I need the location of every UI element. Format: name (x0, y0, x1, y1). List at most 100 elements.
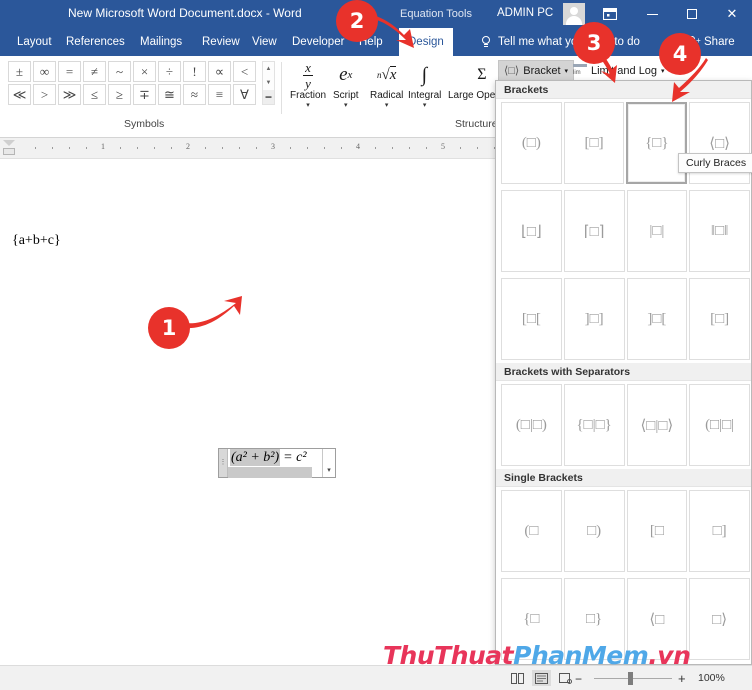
gallery-item-floor[interactable]: ⌊□⌋ (501, 190, 562, 272)
gallery-item-close-close[interactable]: ]□] (563, 278, 625, 360)
ribbon-display-options-icon[interactable] (600, 5, 620, 23)
symbol-cell[interactable]: ≠ (83, 61, 106, 82)
gallery-item-single-close-paren[interactable]: □) (563, 490, 625, 572)
indent-marker-top[interactable] (3, 140, 15, 146)
gallery-item-single-close-angle[interactable]: □⟩ (689, 578, 750, 660)
bracket-button[interactable]: ⟨□⟩ Bracket ▾ (498, 60, 575, 81)
scroll-up-icon[interactable]: ▲ (263, 62, 274, 76)
gallery-item-single-open-paren[interactable]: (□ (501, 490, 562, 572)
equation-move-handle[interactable]: ⋮ (219, 449, 228, 477)
integral-label: Integral (408, 90, 442, 101)
symbol-cell[interactable]: < (233, 61, 256, 82)
gallery-item-paren-double-sep[interactable]: (□|□| (689, 384, 750, 466)
watermark-part3: .vn (648, 641, 691, 670)
integral-icon: ∫ (421, 63, 428, 86)
equation-selected-text[interactable]: (a² + b²) (230, 449, 281, 466)
symbol-cell[interactable]: ≪ (8, 84, 31, 105)
gallery-item-vertical-bars[interactable]: |□| (626, 190, 688, 272)
handle-dots-icon: ⋮ (219, 459, 227, 466)
tab-layout[interactable]: Layout (8, 28, 61, 56)
symbol-cell[interactable]: ± (8, 61, 31, 82)
indent-marker-bottom[interactable] (3, 148, 15, 155)
gallery-item-double-bars[interactable]: ‖□‖ (689, 190, 750, 272)
gallery-item-single-open-square[interactable]: [□ (626, 490, 688, 572)
equation-options-dropdown[interactable]: ▾ (322, 449, 335, 477)
symbol-cell[interactable]: ≡ (208, 84, 231, 105)
maximize-button[interactable] (672, 0, 712, 28)
symbols-scrollbar[interactable]: ▲ ▼ ▬ (262, 61, 275, 105)
radical-button[interactable]: n √ x Radical ▾ (370, 60, 403, 110)
zoom-percentage[interactable]: 100% (698, 672, 725, 684)
callout-arrow-1 (184, 296, 242, 329)
ruler-number: 1 (101, 142, 105, 151)
gallery-row: ⌊□⌋ ⌈□⌉ |□| ‖□‖ (496, 187, 751, 275)
symbol-cell[interactable]: ÷ (158, 61, 181, 82)
script-label: Script (333, 90, 359, 101)
maximize-icon (687, 9, 697, 19)
gallery-item-single-close-square[interactable]: □] (689, 490, 750, 572)
gallery-item-brace-sep[interactable]: {□|□} (563, 384, 625, 466)
tab-review[interactable]: Review (193, 28, 249, 56)
gallery-item-angle-sep[interactable]: ⟨□|□⟩ (626, 384, 688, 466)
chevron-down-icon[interactable]: ▾ (423, 102, 427, 110)
symbol-cell[interactable]: ≅ (158, 84, 181, 105)
print-layout-icon[interactable] (532, 670, 551, 686)
gallery-item-paren-sep[interactable]: (□|□) (501, 384, 562, 466)
integral-button[interactable]: ∫ Integral ▾ (408, 60, 441, 110)
script-button[interactable]: ex Script ▾ (333, 60, 359, 110)
web-layout-icon[interactable] (556, 670, 575, 686)
gallery-item-parentheses[interactable]: (□) (501, 102, 562, 184)
chevron-down-icon[interactable]: ▾ (344, 102, 348, 110)
document-body-text[interactable]: {a+b+c} (12, 233, 61, 249)
gallery-item-close-open[interactable]: ]□[ (626, 278, 688, 360)
equation-selection-highlight (228, 467, 312, 478)
radical-icon: n √ x (376, 66, 397, 83)
gallery-item-open-open[interactable]: [□[ (501, 278, 562, 360)
zoom-slider-thumb[interactable] (628, 672, 633, 685)
radical-label: Radical (370, 90, 404, 101)
zoom-out-button[interactable]: − (575, 672, 582, 686)
equation-field[interactable]: ⋮ (a² + b²) = c² ▾ (218, 448, 336, 478)
equation-content[interactable]: (a² + b²) = c² (228, 449, 322, 478)
chevron-down-icon[interactable]: ▾ (385, 102, 389, 110)
svg-text:lim: lim (573, 70, 581, 75)
zoom-slider-track[interactable] (594, 678, 672, 679)
symbol-cell[interactable]: ∞ (33, 61, 56, 82)
symbol-cell[interactable]: ≈ (183, 84, 206, 105)
symbol-cell[interactable]: × (133, 61, 156, 82)
symbol-cell[interactable]: ~ (108, 61, 131, 82)
scroll-down-icon[interactable]: ▼ (263, 76, 274, 90)
tab-references[interactable]: References (57, 28, 134, 56)
symbol-cell[interactable]: ≤ (83, 84, 106, 105)
zoom-in-button[interactable]: + (678, 671, 686, 686)
avatar[interactable] (563, 3, 585, 25)
read-mode-svg (511, 672, 524, 684)
close-button[interactable]: ✕ (712, 0, 752, 28)
symbol-cell[interactable]: = (58, 61, 81, 82)
gallery-item-square-brackets[interactable]: [□] (563, 102, 625, 184)
fraction-button[interactable]: xy Fraction ▾ (290, 60, 326, 110)
tab-view[interactable]: View (243, 28, 286, 56)
symbol-cell[interactable]: ∀ (233, 84, 256, 105)
symbol-cell[interactable]: ≫ (58, 84, 81, 105)
tab-mailings[interactable]: Mailings (131, 28, 191, 56)
fraction-label: Fraction (290, 90, 327, 101)
symbol-cell[interactable]: ≥ (108, 84, 131, 105)
web-layout-svg (559, 672, 572, 684)
symbol-cell[interactable]: ∝ (208, 61, 231, 82)
script-icon: ex (339, 64, 353, 85)
gallery-item-ceiling[interactable]: ⌈□⌉ (563, 190, 625, 272)
symbol-cell[interactable]: ∓ (133, 84, 156, 105)
symbol-cell[interactable]: ! (183, 61, 206, 82)
read-mode-icon[interactable] (508, 670, 527, 686)
gallery-item-open-close[interactable]: [□] (689, 278, 750, 360)
gallery-row: (□|□) {□|□} ⟨□|□⟩ (□|□| (496, 381, 751, 469)
minimize-button[interactable] (632, 0, 672, 28)
chevron-down-icon[interactable]: ▾ (306, 102, 310, 110)
group-divider (281, 62, 282, 114)
symbol-cell[interactable]: > (33, 84, 56, 105)
callout-badge-1: 1 (148, 307, 190, 349)
symbols-gallery[interactable]: ± ∞ = ≠ ~ × ÷ ! ∝ < ≪ > ≫ ≤ ≥ ∓ ≅ ≈ ≡ ∀ (7, 60, 257, 106)
equation-remaining-text[interactable]: = c² (280, 449, 307, 466)
scroll-more-icon[interactable]: ▬ (263, 89, 274, 104)
